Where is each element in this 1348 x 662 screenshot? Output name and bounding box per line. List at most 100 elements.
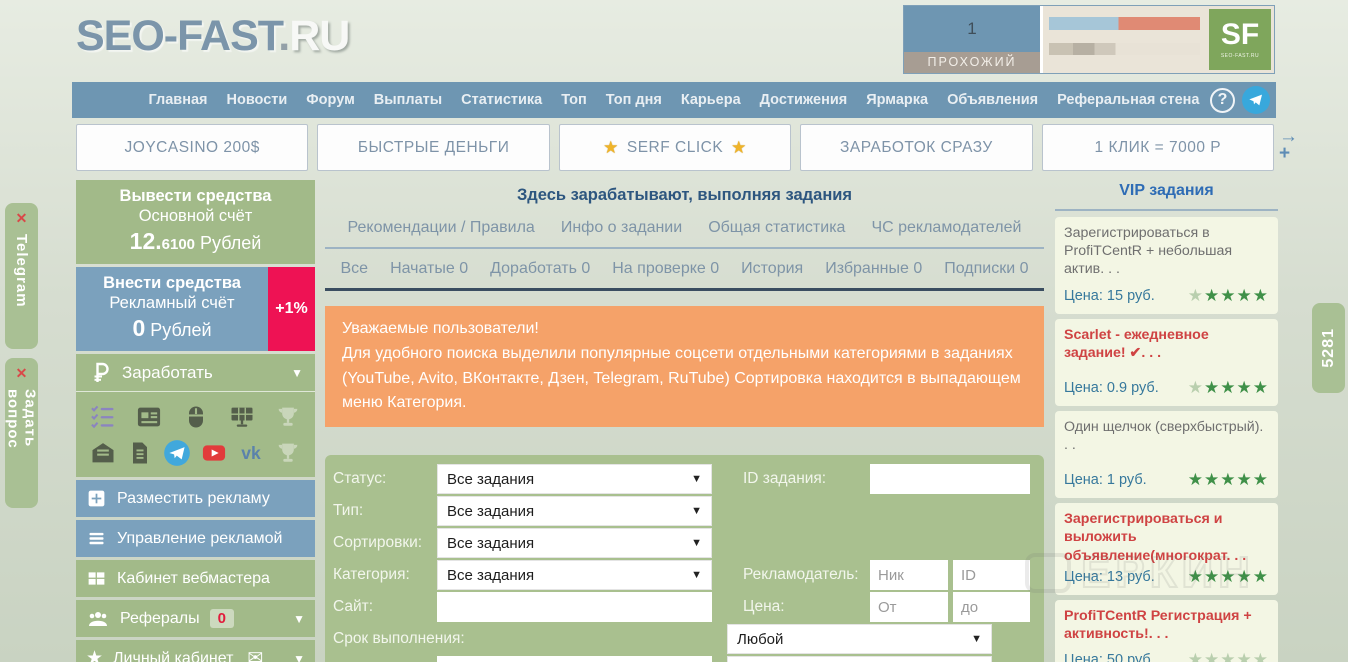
ask-question-side-tab[interactable]: ✕ Задать вопрос xyxy=(5,358,39,508)
nav-item-yarmarka[interactable]: Ярмарка xyxy=(866,92,928,108)
term-select[interactable]: Любой ▼ xyxy=(727,624,992,655)
advertiser-id-input[interactable] xyxy=(953,560,1030,591)
task-filter-tabs: Все Начатые 0 Доработать 0 На проверке 0… xyxy=(325,251,1044,291)
chevron-down-icon: ▼ xyxy=(691,569,702,582)
vip-task-card[interactable]: Один щелчок (сверхбыстрый). . . Цена: 1 … xyxy=(1055,410,1278,499)
sidebar-item-webmaster-cabinet[interactable]: Кабинет вебмастера xyxy=(76,560,315,597)
promo-earn-now-button[interactable]: ЗАРАБОТОК СРАЗУ xyxy=(800,124,1033,171)
tasks-checklist-icon[interactable] xyxy=(88,402,118,432)
task-rating-stars xyxy=(1188,650,1269,662)
tab-on-review[interactable]: На проверке 0 xyxy=(612,260,719,278)
article-tasks-icon[interactable] xyxy=(125,438,155,468)
vip-task-card[interactable]: Зарегистрироваться в ProfiTCentR + небол… xyxy=(1055,217,1278,314)
tab-all[interactable]: Все xyxy=(340,260,368,278)
tab-advertiser-blacklist[interactable]: ЧС рекламодателей xyxy=(871,219,1021,237)
mouse-clicks-icon[interactable] xyxy=(181,402,211,432)
nav-item-glavnaya[interactable]: Главная xyxy=(149,92,208,108)
vip-tasks-panel: VIP задания Зарегистрироваться в ProfiTC… xyxy=(1055,182,1278,662)
vip-task-card[interactable]: Зарегистрироваться и выложить объявление… xyxy=(1055,503,1278,595)
nav-item-vyplaty[interactable]: Выплаты xyxy=(374,92,442,108)
vk-tasks-icon[interactable]: vk xyxy=(236,438,266,468)
news-surf-icon[interactable] xyxy=(134,402,164,432)
price-from-input[interactable] xyxy=(870,592,948,623)
chevron-down-icon: ▼ xyxy=(293,651,305,662)
nav-item-karera[interactable]: Карьера xyxy=(681,92,741,108)
deposit-bonus-badge[interactable]: +1% xyxy=(268,267,315,351)
sidebar-item-personal-cabinet[interactable]: ★ Личный кабинет ✉ ▼ xyxy=(76,640,315,662)
tab-rework[interactable]: Доработать 0 xyxy=(490,260,590,278)
tab-subscriptions[interactable]: Подписки 0 xyxy=(944,260,1028,278)
visitor-widget[interactable]: 1 ПРОХОЖИЙ SF SEO-FAST.RU xyxy=(903,5,1275,74)
nav-item-statistika[interactable]: Статистика xyxy=(461,92,542,108)
vip-task-card[interactable]: ProfiTCentR Регистрация + активность!. .… xyxy=(1055,599,1278,662)
category-select[interactable]: Все задания ▼ xyxy=(437,560,712,591)
sidebar-item-referrals[interactable]: Рефералы 0 ▼ xyxy=(76,600,315,637)
search-scope-select[interactable]: По всем▼ xyxy=(727,656,992,662)
telegram-icon[interactable] xyxy=(1242,86,1270,114)
mail-reading-icon[interactable] xyxy=(88,438,118,468)
task-price: Цена: 15 руб. xyxy=(1064,287,1155,304)
star-icon: ★ xyxy=(86,648,104,662)
deposit-funds-button[interactable]: Внести средства Рекламный счёт 0 Рублей xyxy=(76,267,268,351)
telegram-tasks-icon[interactable] xyxy=(162,438,192,468)
telegram-side-tab[interactable]: ✕ Telegram xyxy=(5,203,38,349)
task-price: Цена: 13 руб. xyxy=(1064,568,1155,585)
search-input[interactable] xyxy=(437,656,712,662)
nav-item-referalnaya-stena[interactable]: Реферальная стена xyxy=(1057,92,1199,108)
promo-banner-row: JOYCASINO 200$ БЫСТРЫЕ ДЕНЬГИ SERF CLICK… xyxy=(76,124,1275,171)
youtube-tasks-icon[interactable] xyxy=(199,438,229,468)
task-id-input[interactable] xyxy=(870,464,1030,495)
advertiser-nick-input[interactable] xyxy=(870,560,948,591)
nav-item-novosti[interactable]: Новости xyxy=(227,92,288,108)
promo-fast-money-button[interactable]: БЫСТРЫЕ ДЕНЬГИ xyxy=(317,124,550,171)
ruble-icon xyxy=(94,362,109,382)
nav-item-top-dnya[interactable]: Топ дня xyxy=(606,92,662,108)
envelope-icon: ✉ xyxy=(247,648,264,662)
earn-menu-toggle[interactable]: Заработать ▼ xyxy=(76,354,315,392)
achievements-trophy-icon[interactable] xyxy=(273,438,303,468)
tab-started[interactable]: Начатые 0 xyxy=(390,260,468,278)
banner-add-icon[interactable]: + xyxy=(1279,144,1298,163)
promo-serf-click-button[interactable]: SERF CLICK xyxy=(558,124,792,171)
tab-favorites[interactable]: Избранные 0 xyxy=(825,260,922,278)
site-label: Сайт: xyxy=(333,598,374,616)
stats-banner: SF SEO-FAST.RU xyxy=(1043,6,1274,73)
nav-item-dostizheniya[interactable]: Достижения xyxy=(760,92,848,108)
sidebar-item-place-ad[interactable]: Разместить рекламу xyxy=(76,480,315,517)
announcement-banner: Уважаемые пользователи! Для удобного пои… xyxy=(325,306,1044,428)
referrals-count-badge: 0 xyxy=(209,609,234,628)
chevron-down-icon: ▼ xyxy=(971,633,982,646)
contest-trophy-icon[interactable] xyxy=(273,402,303,432)
chevron-down-icon: ▼ xyxy=(691,537,702,550)
withdraw-funds-button[interactable]: Вывести средства Основной счёт 12.6100 Ру… xyxy=(76,180,315,264)
status-select[interactable]: Все задания ▼ xyxy=(437,464,712,495)
tab-general-stats[interactable]: Общая статистика xyxy=(708,219,845,237)
site-input[interactable] xyxy=(437,592,712,623)
nav-item-obyavleniya[interactable]: Объявления xyxy=(947,92,1038,108)
status-label: Статус: xyxy=(333,470,387,488)
nav-item-forum[interactable]: Форум xyxy=(306,92,355,108)
task-price: Цена: 1 руб. xyxy=(1064,472,1147,489)
nav-item-top[interactable]: Топ xyxy=(561,92,587,108)
promo-click-7000-button[interactable]: 1 КЛИК = 7000 Р xyxy=(1041,124,1275,171)
help-icon[interactable]: ? xyxy=(1210,87,1235,113)
task-rating-stars xyxy=(1188,378,1269,398)
task-filters-panel: Статус: Все задания ▼ ID задания: Тип: Вс… xyxy=(325,455,1044,662)
surfing-sites-icon[interactable] xyxy=(227,402,257,432)
close-icon[interactable]: ✕ xyxy=(16,366,28,380)
chevron-down-icon: ▼ xyxy=(691,505,702,518)
ad-balance: 0 Рублей xyxy=(132,315,212,341)
tab-history[interactable]: История xyxy=(741,260,803,278)
type-select[interactable]: Все задания ▼ xyxy=(437,496,712,527)
site-logo[interactable]: SEO-FAST.RU xyxy=(76,12,350,61)
tab-task-info[interactable]: Инфо о задании xyxy=(561,219,682,237)
tab-recommendations-rules[interactable]: Рекомендации / Правила xyxy=(348,219,535,237)
close-icon[interactable]: ✕ xyxy=(16,211,28,225)
sort-select[interactable]: Все задания ▼ xyxy=(437,528,712,559)
promo-joycasino-button[interactable]: JOYCASINO 200$ xyxy=(76,124,309,171)
price-to-input[interactable] xyxy=(953,592,1030,623)
vip-task-card[interactable]: Scarlet - ежедневное задание! ✔. . . Цен… xyxy=(1055,318,1278,406)
gold-star-icon xyxy=(731,138,747,158)
sidebar-item-manage-ads[interactable]: Управление рекламой xyxy=(76,520,315,557)
online-counter-side-tab[interactable]: 5281 xyxy=(1312,303,1345,393)
